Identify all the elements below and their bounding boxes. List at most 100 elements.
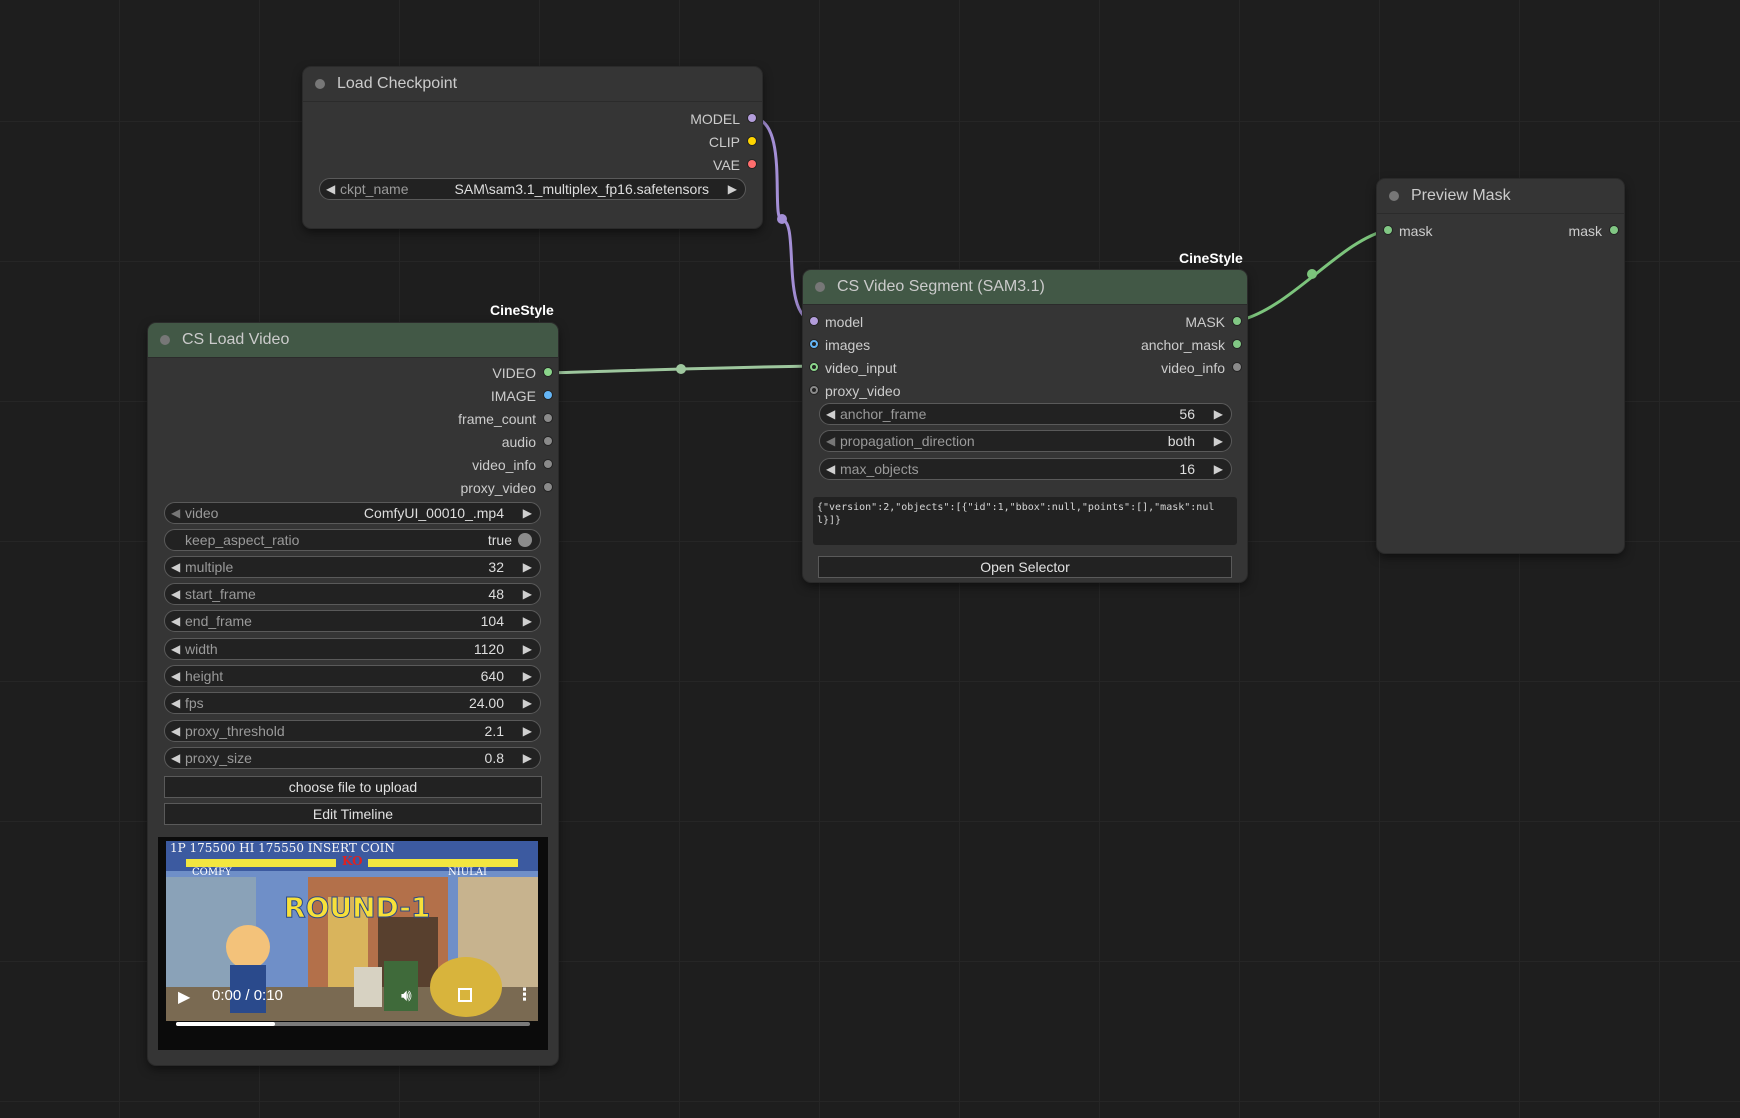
fps-number[interactable]: ◀ fps 24.00 ▶ xyxy=(164,692,541,714)
arrow-left-icon[interactable]: ◀ xyxy=(171,721,180,741)
video-hud-text: 1P 175500 HI 175550 INSERT COIN xyxy=(170,841,395,855)
collapse-dot-icon[interactable] xyxy=(160,335,170,345)
output-label-anchor-mask: anchor_mask xyxy=(1140,337,1225,353)
output-socket-model[interactable] xyxy=(748,114,756,122)
arrow-right-icon[interactable]: ▶ xyxy=(1214,459,1223,479)
video-time: 0:00 / 0:10 xyxy=(212,987,283,1004)
cs-load-video-node[interactable]: CS Load Video VIDEO IMAGE frame_count au… xyxy=(148,323,558,1065)
end-frame-number[interactable]: ◀ end_frame 104 ▶ xyxy=(164,610,541,632)
widget-value: 1120 xyxy=(473,641,504,657)
play-icon[interactable]: ▶ xyxy=(178,987,190,1007)
arrow-left-icon[interactable]: ◀ xyxy=(826,459,835,479)
video-combo[interactable]: ◀ video ComfyUI_00010_.mp4 ▶ xyxy=(164,502,541,524)
preview-mask-node[interactable]: Preview Mask mask mask xyxy=(1377,179,1624,553)
widget-value: 48 xyxy=(488,586,504,602)
fullscreen-icon[interactable] xyxy=(458,988,472,1002)
output-label-proxy-video: proxy_video xyxy=(460,480,537,496)
node-title-bar[interactable]: CS Video Segment (SAM3.1) xyxy=(803,270,1247,305)
arrow-right-icon[interactable]: ▶ xyxy=(1214,404,1223,424)
max-objects-number[interactable]: ◀ max_objects 16 ▶ xyxy=(819,458,1232,480)
anchor-frame-number[interactable]: ◀ anchor_frame 56 ▶ xyxy=(819,403,1232,425)
arrow-left-icon[interactable]: ◀ xyxy=(171,748,180,768)
output-socket-video[interactable] xyxy=(544,368,552,376)
choose-file-button[interactable]: choose file to upload xyxy=(164,776,542,798)
arrow-right-icon[interactable]: ▶ xyxy=(1214,431,1223,451)
keep-aspect-ratio-toggle[interactable]: keep_aspect_ratio true xyxy=(164,529,541,551)
video-preview[interactable]: 1P 175500 HI 175550 INSERT COIN KO COMFY… xyxy=(158,837,548,1050)
more-options-icon[interactable]: ⋮ xyxy=(516,985,533,1005)
input-socket-mask[interactable] xyxy=(1384,226,1392,234)
video-progress-track[interactable] xyxy=(176,1022,530,1026)
output-socket-audio[interactable] xyxy=(544,437,552,445)
edit-timeline-button[interactable]: Edit Timeline xyxy=(164,803,542,825)
output-label-video: VIDEO xyxy=(492,365,536,381)
arrow-left-icon[interactable]: ◀ xyxy=(171,639,180,659)
arrow-left-icon[interactable]: ◀ xyxy=(171,666,180,686)
arrow-right-icon[interactable]: ▶ xyxy=(523,639,532,659)
arrow-right-icon[interactable]: ▶ xyxy=(523,584,532,604)
input-socket-images[interactable] xyxy=(810,340,818,348)
arrow-left-icon[interactable]: ◀ xyxy=(826,404,835,424)
arrow-right-icon[interactable]: ▶ xyxy=(523,721,532,741)
arrow-right-icon[interactable]: ▶ xyxy=(523,693,532,713)
width-number[interactable]: ◀ width 1120 ▶ xyxy=(164,638,541,660)
widget-label: propagation_direction xyxy=(840,433,975,449)
node-title-bar[interactable]: Load Checkpoint xyxy=(303,67,762,102)
widget-value: 104 xyxy=(480,613,504,629)
input-label-proxy-video: proxy_video xyxy=(825,383,901,399)
arrow-right-icon[interactable]: ▶ xyxy=(728,179,737,199)
node-title-bar[interactable]: CS Load Video xyxy=(148,323,558,358)
collapse-dot-icon[interactable] xyxy=(815,282,825,292)
collapse-dot-icon[interactable] xyxy=(1389,191,1399,201)
arrow-left-icon[interactable]: ◀ xyxy=(171,557,180,577)
video-progress-fill xyxy=(176,1022,276,1026)
arrow-left-icon[interactable]: ◀ xyxy=(171,503,180,523)
input-socket-model[interactable] xyxy=(810,317,818,325)
load-checkpoint-node[interactable]: Load Checkpoint MODEL CLIP VAE ◀ ckpt_na… xyxy=(303,67,762,228)
node-title: Preview Mask xyxy=(1411,187,1511,204)
widget-value: true xyxy=(487,532,512,548)
output-socket-vae[interactable] xyxy=(748,160,756,168)
objects-json-textarea[interactable]: {"version":2,"objects":[{"id":1,"bbox":n… xyxy=(813,497,1237,545)
input-socket-video-input[interactable] xyxy=(810,363,818,371)
volume-icon[interactable]: 🔊︎ xyxy=(401,986,412,1006)
open-selector-button[interactable]: Open Selector xyxy=(818,556,1232,578)
ckpt-name-combo[interactable]: ◀ ckpt_name SAM\sam3.1_multiplex_fp16.sa… xyxy=(319,178,746,200)
widget-label: max_objects xyxy=(840,461,919,477)
proxy-size-number[interactable]: ◀ proxy_size 0.8 ▶ xyxy=(164,747,541,769)
output-socket-image[interactable] xyxy=(544,391,552,399)
arrow-right-icon[interactable]: ▶ xyxy=(523,557,532,577)
output-socket-proxy-video[interactable] xyxy=(544,483,552,491)
output-socket-frame-count[interactable] xyxy=(544,414,552,422)
output-socket-anchor-mask[interactable] xyxy=(1233,340,1241,348)
arrow-right-icon[interactable]: ▶ xyxy=(523,666,532,686)
widget-value: SAM\sam3.1_multiplex_fp16.safetensors xyxy=(454,181,709,197)
output-label-clip: CLIP xyxy=(708,134,740,150)
propagation-direction-combo[interactable]: ◀ propagation_direction both ▶ xyxy=(819,430,1232,452)
arrow-left-icon[interactable]: ◀ xyxy=(171,611,180,631)
output-socket-mask[interactable] xyxy=(1610,226,1618,234)
arrow-left-icon[interactable]: ◀ xyxy=(171,693,180,713)
toggle-knob-icon[interactable] xyxy=(518,533,532,547)
arrow-right-icon[interactable]: ▶ xyxy=(523,503,532,523)
widget-label: anchor_frame xyxy=(840,406,927,422)
arrow-left-icon[interactable]: ◀ xyxy=(326,179,335,199)
output-socket-video-info[interactable] xyxy=(1233,363,1241,371)
arrow-left-icon[interactable]: ◀ xyxy=(171,584,180,604)
output-socket-clip[interactable] xyxy=(748,137,756,145)
start-frame-number[interactable]: ◀ start_frame 48 ▶ xyxy=(164,583,541,605)
video-p1-text: COMFY xyxy=(192,867,232,878)
cs-video-segment-node[interactable]: CS Video Segment (SAM3.1) model images v… xyxy=(803,270,1247,582)
widget-value: 2.1 xyxy=(484,723,504,739)
multiple-number[interactable]: ◀ multiple 32 ▶ xyxy=(164,556,541,578)
collapse-dot-icon[interactable] xyxy=(315,79,325,89)
proxy-threshold-number[interactable]: ◀ proxy_threshold 2.1 ▶ xyxy=(164,720,541,742)
arrow-left-icon[interactable]: ◀ xyxy=(826,431,835,451)
arrow-right-icon[interactable]: ▶ xyxy=(523,611,532,631)
height-number[interactable]: ◀ height 640 ▶ xyxy=(164,665,541,687)
arrow-right-icon[interactable]: ▶ xyxy=(523,748,532,768)
input-socket-proxy-video[interactable] xyxy=(810,386,818,394)
output-socket-mask[interactable] xyxy=(1233,317,1241,325)
output-socket-video-info[interactable] xyxy=(544,460,552,468)
node-title-bar[interactable]: Preview Mask xyxy=(1377,179,1624,214)
